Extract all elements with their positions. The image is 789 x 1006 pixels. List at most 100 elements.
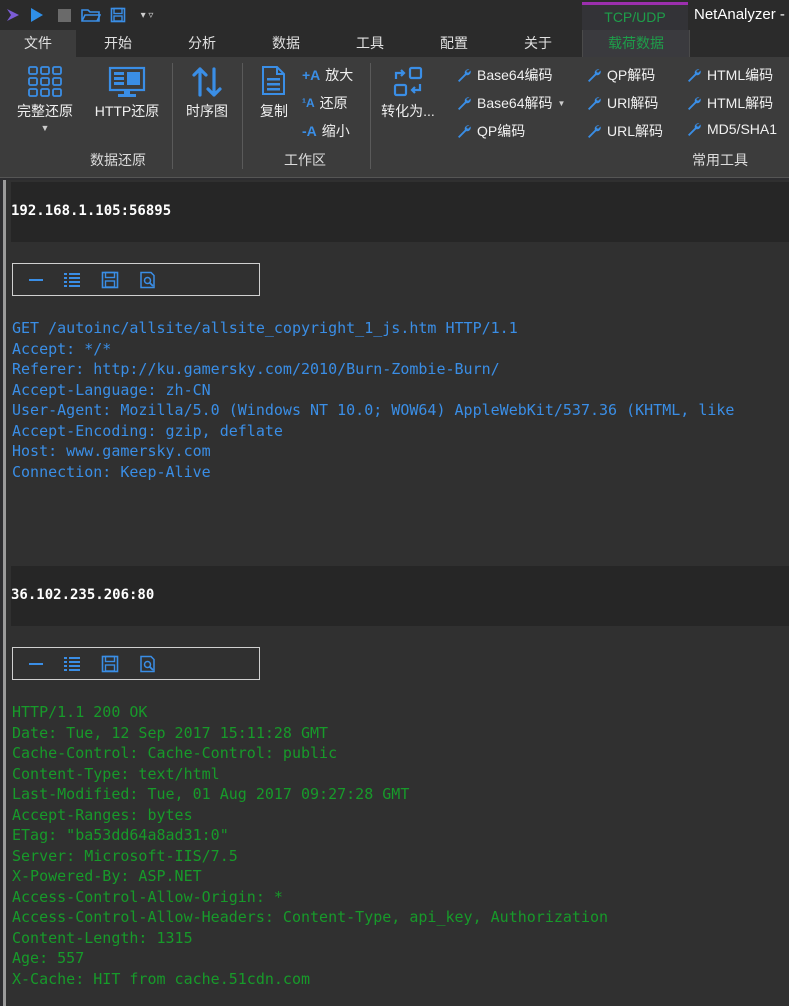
qp-decode-button[interactable]: QP解码 xyxy=(586,65,655,85)
stream-toolbar xyxy=(12,263,260,296)
collapse-icon[interactable] xyxy=(27,655,45,673)
group-label-restore: 数据还原 xyxy=(90,152,146,168)
title-bar: ▾ ▿ TCP/UDP NetAnalyzer - xyxy=(0,0,789,30)
sequence-chart-label: 时序图 xyxy=(186,103,228,119)
grid-icon xyxy=(27,63,63,101)
payload-line: Accept-Language: zh-CN xyxy=(12,380,211,399)
app-title: NetAnalyzer - xyxy=(694,6,785,23)
list-view-icon[interactable] xyxy=(63,655,81,673)
tab-data[interactable]: 数据 xyxy=(250,30,322,57)
zoom-out-button[interactable]: -A 缩小 xyxy=(302,121,350,141)
base64-decode-button[interactable]: Base64解码 ▼ xyxy=(456,93,565,113)
wrench-icon xyxy=(458,97,471,110)
wrench-icon xyxy=(588,125,601,138)
ribbon-separator xyxy=(370,63,371,169)
payload-view[interactable]: 192.168.1.105:56895 GET /autoinc/allsite… xyxy=(3,180,789,1006)
convert-to-label: 转化为... xyxy=(381,103,435,119)
md5-sha1-button[interactable]: MD5/SHA1 xyxy=(686,121,777,137)
wrench-icon xyxy=(688,97,701,110)
payload-line: User-Agent: Mozilla/5.0 (Windows NT 10.0… xyxy=(12,401,735,419)
zoom-in-label: 放大 xyxy=(325,67,354,83)
full-restore-button[interactable]: 完整还原 ▼ xyxy=(12,63,78,133)
wrench-icon xyxy=(688,123,701,136)
url-decode-label-2: URL解码 xyxy=(607,123,664,139)
group-label-workspace: 工作区 xyxy=(284,152,326,168)
sequence-chart-button[interactable]: 时序图 xyxy=(178,63,236,121)
group-label-tools: 常用工具 xyxy=(692,152,748,168)
tab-about[interactable]: 关于 xyxy=(502,30,574,57)
payload-line: Accept: */* xyxy=(12,339,112,358)
payload-line: Age: 557 xyxy=(12,949,85,967)
url-decode-label-1: URl解码 xyxy=(607,95,659,111)
payload-line: HTTP/1.1 200 OK xyxy=(12,703,148,721)
tab-analysis[interactable]: 分析 xyxy=(166,30,238,57)
payload-line: Content-Length: 1315 xyxy=(12,928,193,947)
zoom-out-icon: -A xyxy=(302,123,317,139)
stream-toolbar xyxy=(12,647,260,680)
search-document-icon[interactable] xyxy=(139,655,157,673)
payload-line: X-Cache: HIT from cache.51cdn.com xyxy=(12,969,311,988)
save-icon[interactable] xyxy=(108,5,128,25)
reset-zoom-icon: ¹A xyxy=(302,96,315,110)
quick-access-dropdown-icon[interactable]: ▾ ▿ xyxy=(134,5,160,25)
dropdown-arrow-icon: ▼ xyxy=(40,123,50,133)
open-folder-icon[interactable] xyxy=(80,5,102,25)
payload-line: Last-Modified: Tue, 01 Aug 2017 09:27:28… xyxy=(12,785,410,803)
payload-line: Host: www.gamersky.com xyxy=(12,442,211,460)
start-capture-icon[interactable] xyxy=(26,5,46,25)
zoom-in-icon: +A xyxy=(302,67,321,83)
stream-endpoint: 192.168.1.105:56895 xyxy=(11,203,172,219)
tab-tools[interactable]: 工具 xyxy=(334,30,406,57)
copy-label: 复制 xyxy=(260,103,288,119)
payload-line: Date: Tue, 12 Sep 2017 15:11:28 GMT xyxy=(12,723,329,742)
payload-line: Referer: http://ku.gamersky.com/2010/Bur… xyxy=(12,360,500,378)
collapse-icon[interactable] xyxy=(27,271,45,289)
tab-start[interactable]: 开始 xyxy=(82,30,154,57)
payload-line: Connection: Keep-Alive xyxy=(12,462,211,481)
http-restore-label: HTTP还原 xyxy=(94,103,160,119)
html-decode-label: HTML解码 xyxy=(707,95,774,111)
wrench-icon xyxy=(458,125,471,138)
request-payload: GET /autoinc/allsite/allsite_copyright_1… xyxy=(12,318,734,482)
copy-button[interactable]: 复制 xyxy=(252,63,296,121)
html-encode-button[interactable]: HTML编码 xyxy=(686,65,773,85)
monitor-icon xyxy=(107,63,147,101)
zoom-in-button[interactable]: +A 放大 xyxy=(302,65,353,85)
url-decode-button-2[interactable]: URL解码 xyxy=(586,121,663,141)
save-icon[interactable] xyxy=(101,655,119,673)
convert-to-button[interactable]: 转化为... xyxy=(376,63,440,121)
response-payload: HTTP/1.1 200 OK Date: Tue, 12 Sep 2017 1… xyxy=(12,702,608,989)
stop-capture-icon[interactable] xyxy=(54,5,74,25)
list-view-icon[interactable] xyxy=(63,271,81,289)
payload-line: Content-Type: text/html xyxy=(12,764,220,783)
zoom-out-label: 缩小 xyxy=(321,123,350,139)
qp-encode-button[interactable]: QP编码 xyxy=(456,121,525,141)
payload-line: GET /autoinc/allsite/allsite_copyright_1… xyxy=(12,319,518,337)
search-document-icon[interactable] xyxy=(139,271,157,289)
tab-payload-data[interactable]: 载荷数据 xyxy=(582,30,690,57)
tab-file[interactable]: 文件 xyxy=(0,30,76,57)
app-logo-icon xyxy=(4,5,22,25)
base64-decode-label: Base64解码 xyxy=(477,95,553,111)
wrench-icon xyxy=(688,69,701,82)
restore-zoom-button[interactable]: ¹A 还原 xyxy=(302,93,348,113)
url-decode-button-1[interactable]: URl解码 xyxy=(586,93,658,113)
md5-sha1-label: MD5/SHA1 xyxy=(707,121,778,137)
html-decode-button[interactable]: HTML解码 xyxy=(686,93,773,113)
payload-line: X-Powered-By: ASP.NET xyxy=(12,867,202,885)
base64-encode-button[interactable]: Base64编码 xyxy=(456,65,552,85)
payload-line: Server: Microsoft-IIS/7.5 xyxy=(12,846,238,865)
payload-line: Accept-Ranges: bytes xyxy=(12,805,193,824)
context-tab-group-label: TCP/UDP xyxy=(582,2,688,30)
wrench-icon xyxy=(588,69,601,82)
qp-encode-label: QP编码 xyxy=(477,123,526,139)
payload-line: Access-Control-Allow-Headers: Content-Ty… xyxy=(12,908,609,926)
stream-endpoint: 36.102.235.206:80 xyxy=(11,587,155,603)
http-restore-button[interactable]: HTTP还原 xyxy=(90,63,164,121)
ribbon-tabs: 文件 开始 分析 数据 工具 配置 关于 载荷数据 xyxy=(0,30,789,57)
save-icon[interactable] xyxy=(101,271,119,289)
ribbon-separator xyxy=(172,63,173,169)
tab-config[interactable]: 配置 xyxy=(418,30,490,57)
dropdown-arrow-icon: ▼ xyxy=(557,98,566,108)
convert-icon xyxy=(390,63,426,101)
